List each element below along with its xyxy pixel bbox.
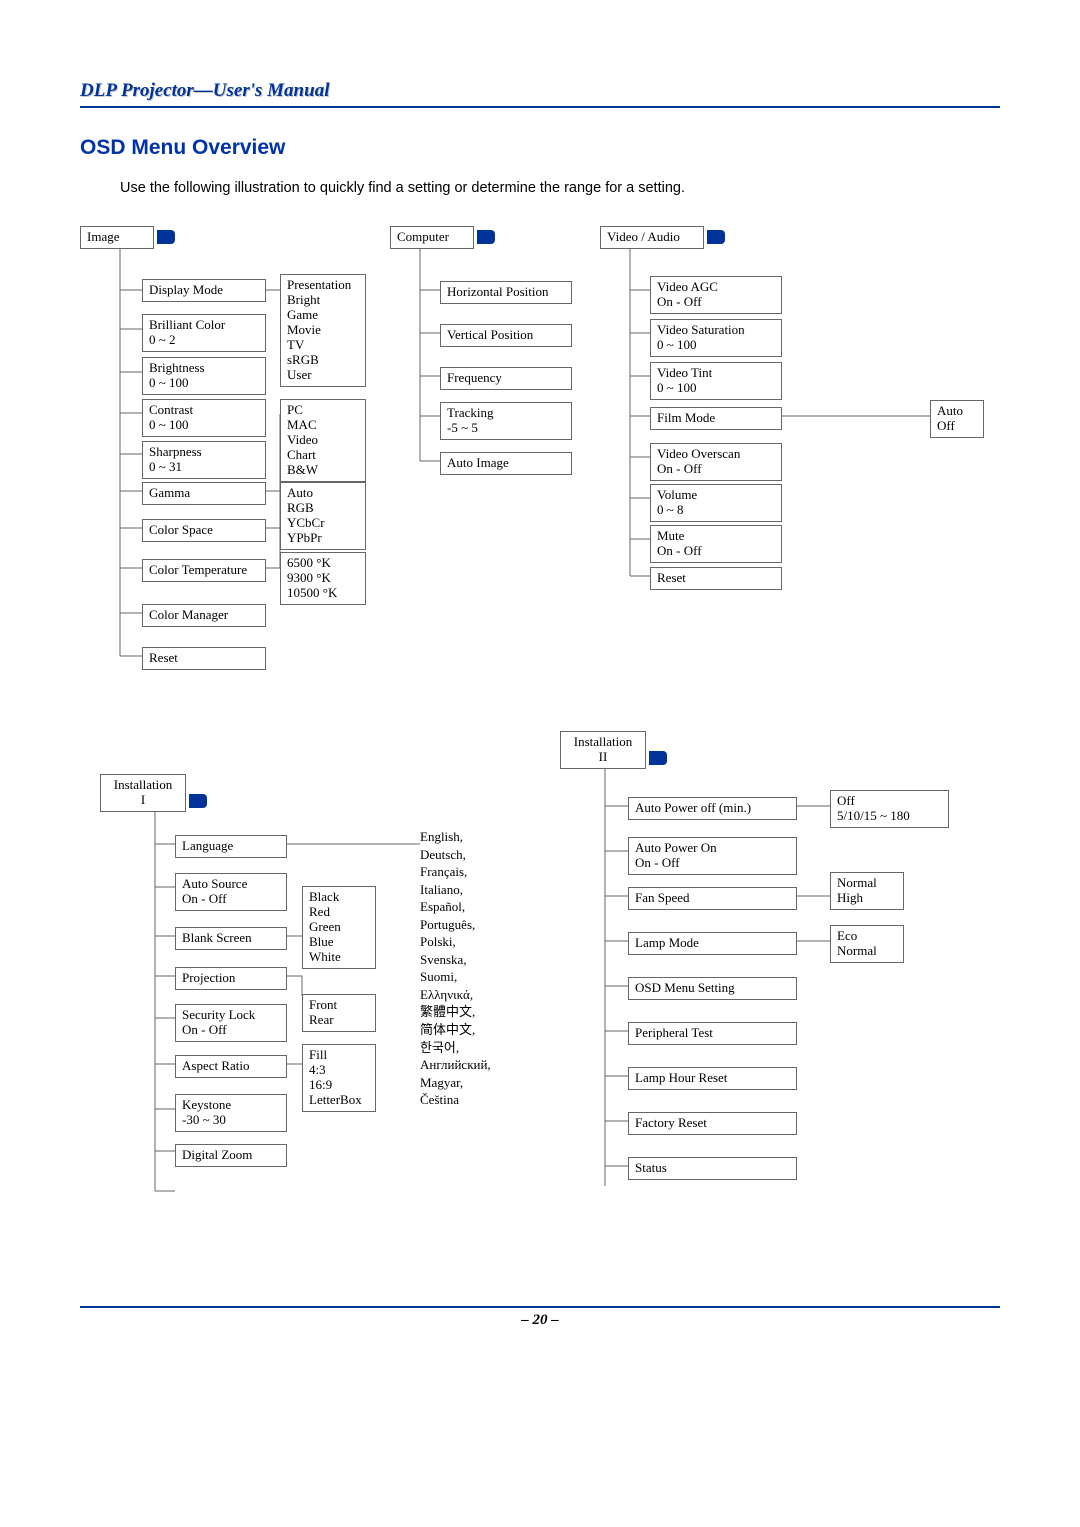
item-auto-image: Auto Image xyxy=(440,452,572,475)
tab-image: Image xyxy=(80,226,154,249)
values-fan-speed: Normal High xyxy=(830,872,904,910)
item-brilliant-color: Brilliant Color 0 ~ 2 xyxy=(142,314,266,352)
item-lamp-hour-reset: Lamp Hour Reset xyxy=(628,1067,797,1090)
tab-installation-2: Installation II xyxy=(560,731,646,769)
values-auto-power-off: Off 5/10/15 ~ 180 xyxy=(830,790,949,828)
item-auto-power-off: Auto Power off (min.) xyxy=(628,797,797,820)
item-security-lock: Security Lock On - Off xyxy=(175,1004,287,1042)
item-gamma: Gamma xyxy=(142,482,266,505)
tab-installation-1-label: Installation I xyxy=(114,777,173,807)
values-film-mode: Auto Off xyxy=(930,400,984,438)
item-display-mode: Display Mode xyxy=(142,279,266,302)
item-color-temperature: Color Temperature xyxy=(142,559,266,582)
item-mute: Mute On - Off xyxy=(650,525,782,563)
values-blank-screen: Black Red Green Blue White xyxy=(302,886,376,969)
item-sharpness: Sharpness 0 ~ 31 xyxy=(142,441,266,479)
item-color-space: Color Space xyxy=(142,519,266,542)
item-film-mode: Film Mode xyxy=(650,407,782,430)
values-color-space: Auto RGB YCbCr YPbPr xyxy=(280,482,366,550)
item-keystone: Keystone -30 ~ 30 xyxy=(175,1094,287,1132)
item-auto-source: Auto Source On - Off xyxy=(175,873,287,911)
item-projection: Projection xyxy=(175,967,287,990)
item-osd-menu-setting: OSD Menu Setting xyxy=(628,977,797,1000)
header-rule xyxy=(80,106,1000,108)
tab-shade-icon xyxy=(707,230,725,244)
tab-video-audio-label: Video / Audio xyxy=(607,229,680,244)
intro-text: Use the following illustration to quickl… xyxy=(120,180,1000,196)
item-video-reset: Reset xyxy=(650,567,782,590)
values-display-mode: Presentation Bright Game Movie TV sRGB U… xyxy=(280,274,366,387)
item-digital-zoom: Digital Zoom xyxy=(175,1144,287,1167)
tab-computer: Computer xyxy=(390,226,474,249)
tab-shade-icon xyxy=(189,794,207,808)
values-lamp-mode: Eco Normal xyxy=(830,925,904,963)
item-contrast: Contrast 0 ~ 100 xyxy=(142,399,266,437)
item-volume: Volume 0 ~ 8 xyxy=(650,484,782,522)
item-color-manager: Color Manager xyxy=(142,604,266,627)
item-video-agc: Video AGC On - Off xyxy=(650,276,782,314)
tab-computer-label: Computer xyxy=(397,229,449,244)
item-tracking: Tracking -5 ~ 5 xyxy=(440,402,572,440)
item-aspect-ratio: Aspect Ratio xyxy=(175,1055,287,1078)
tab-shade-icon xyxy=(157,230,175,244)
values-color-temperature: 6500 °K 9300 °K 10500 °K xyxy=(280,552,366,605)
page-number: – 20 – xyxy=(80,1312,1000,1329)
values-language: English, Deutsch, Français, Italiano, Es… xyxy=(420,828,491,1109)
item-factory-reset: Factory Reset xyxy=(628,1112,797,1135)
values-gamma: PC MAC Video Chart B&W xyxy=(280,399,366,482)
tab-shade-icon xyxy=(477,230,495,244)
tab-image-label: Image xyxy=(87,229,119,244)
item-frequency: Frequency xyxy=(440,367,572,390)
item-status: Status xyxy=(628,1157,797,1180)
tab-installation-1: Installation I xyxy=(100,774,186,812)
section-title: OSD Menu Overview xyxy=(80,136,1000,160)
item-fan-speed: Fan Speed xyxy=(628,887,797,910)
item-blank-screen: Blank Screen xyxy=(175,927,287,950)
item-video-overscan: Video Overscan On - Off xyxy=(650,443,782,481)
footer-rule xyxy=(80,1306,1000,1308)
item-lamp-mode: Lamp Mode xyxy=(628,932,797,955)
item-brightness: Brightness 0 ~ 100 xyxy=(142,357,266,395)
values-projection: Front Rear xyxy=(302,994,376,1032)
header-title: DLP Projector—User's Manual xyxy=(80,80,1000,102)
item-auto-power-on: Auto Power On On - Off xyxy=(628,837,797,875)
tab-installation-2-label: Installation II xyxy=(574,734,633,764)
tab-video-audio: Video / Audio xyxy=(600,226,704,249)
tab-shade-icon xyxy=(649,751,667,765)
item-language: Language xyxy=(175,835,287,858)
item-horizontal-position: Horizontal Position xyxy=(440,281,572,304)
item-image-reset: Reset xyxy=(142,647,266,670)
item-video-saturation: Video Saturation 0 ~ 100 xyxy=(650,319,782,357)
values-aspect-ratio: Fill 4:3 16:9 LetterBox xyxy=(302,1044,376,1112)
item-video-tint: Video Tint 0 ~ 100 xyxy=(650,362,782,400)
item-peripheral-test: Peripheral Test xyxy=(628,1022,797,1045)
item-vertical-position: Vertical Position xyxy=(440,324,572,347)
osd-menu-diagram: Image Display Mode Brilliant Color 0 ~ 2… xyxy=(80,226,1000,1266)
